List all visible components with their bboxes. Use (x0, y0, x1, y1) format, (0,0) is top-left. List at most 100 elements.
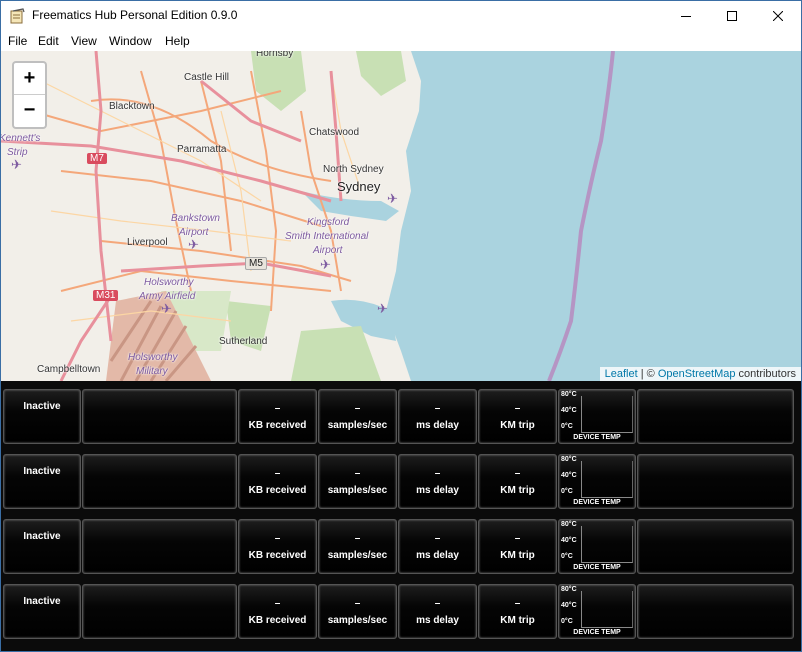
device-info-cell (637, 519, 794, 574)
temp-tick-40: 40°C (561, 602, 577, 609)
menu-help[interactable]: Help (165, 34, 190, 48)
temp-tick-80: 80°C (561, 391, 577, 398)
place-sutherland: Sutherland (219, 336, 268, 347)
device-status-cell: Inactive (3, 454, 81, 509)
device-km-value: – (514, 598, 521, 609)
openstreetmap-link[interactable]: OpenStreetMap (658, 368, 736, 380)
temp-tick-40: 40°C (561, 407, 577, 414)
device-panel: Inactive – KB received – samples/sec – ms dela… (1, 381, 801, 651)
airport-icon: ✈ (188, 237, 199, 252)
device-km-value: – (514, 533, 521, 544)
device-km-label: KM trip (500, 550, 535, 561)
temp-tick-0: 0°C (561, 618, 573, 625)
device-info-cell (82, 389, 237, 444)
close-button[interactable] (755, 1, 801, 31)
airport-icon: ✈ (387, 191, 398, 206)
temp-chart-area (581, 526, 633, 563)
device-samples-value: – (354, 403, 361, 414)
device-info-cell (82, 454, 237, 509)
temp-chart-area (581, 461, 633, 498)
device-delay-value: – (434, 533, 441, 544)
temp-chart-area (581, 591, 633, 628)
device-delay-cell: – ms delay (398, 454, 477, 509)
temp-caption: DEVICE TEMP (573, 434, 621, 441)
attribution-suffix: contributors (735, 368, 796, 380)
device-temp-gauge: 80°C 40°C 0°C DEVICE TEMP (558, 389, 636, 444)
device-km-cell: – KM trip (478, 584, 557, 639)
device-kb-label: KB received (248, 485, 307, 496)
device-delay-value: – (434, 403, 441, 414)
device-kb-cell: – KB received (238, 584, 317, 639)
device-kb-label: KB received (248, 615, 307, 626)
menu-bar: File Edit View Window Help (1, 31, 801, 51)
place-kingsford-airport: Airport (313, 245, 343, 256)
device-km-label: KM trip (500, 485, 535, 496)
device-km-label: KM trip (500, 420, 535, 431)
menu-file[interactable]: File (8, 34, 27, 48)
leaflet-link[interactable]: Leaflet (605, 368, 638, 380)
device-kb-value: – (274, 533, 281, 544)
device-delay-label: ms delay (416, 550, 459, 561)
device-delay-cell: – ms delay (398, 519, 477, 574)
temp-tick-80: 80°C (561, 586, 577, 593)
place-kingsford: Kingsford (307, 217, 350, 228)
road-shield-m7: M7 (87, 153, 107, 164)
menu-window[interactable]: Window (109, 34, 152, 48)
place-sydney: Sydney (337, 179, 381, 194)
zoom-out-button[interactable]: − (14, 95, 45, 126)
device-samples-cell: – samples/sec (318, 389, 397, 444)
window-title: Freematics Hub Personal Edition 0.9.0 (32, 8, 238, 22)
device-delay-label: ms delay (416, 615, 459, 626)
close-icon (773, 11, 783, 21)
place-castle-hill: Castle Hill (184, 72, 230, 83)
menu-view[interactable]: View (71, 34, 97, 48)
zoom-in-button[interactable]: + (14, 63, 45, 95)
menu-edit[interactable]: Edit (38, 34, 59, 48)
place-military: Military (136, 366, 168, 377)
device-delay-cell: – ms delay (398, 389, 477, 444)
airport-icon: ✈ (161, 301, 172, 316)
temp-caption: DEVICE TEMP (573, 629, 621, 636)
road-shield-m31: M31 (93, 290, 119, 301)
map-view[interactable]: Hornsby Castle Hill Blacktown Parramatta… (1, 51, 801, 381)
device-km-cell: – KM trip (478, 389, 557, 444)
temp-tick-0: 0°C (561, 488, 573, 495)
title-bar[interactable]: Freematics Hub Personal Edition 0.9.0 (1, 1, 801, 31)
temp-chart-area (581, 396, 633, 433)
device-kb-value: – (274, 598, 281, 609)
temp-caption: DEVICE TEMP (573, 564, 621, 571)
temp-tick-40: 40°C (561, 472, 577, 479)
airport-icon: ✈ (11, 157, 22, 172)
maximize-button[interactable] (709, 1, 755, 31)
device-info-cell (637, 389, 794, 444)
device-delay-value: – (434, 468, 441, 479)
airport-icon: ✈ (320, 257, 331, 272)
minimize-button[interactable] (663, 1, 709, 31)
device-status: Inactive (23, 596, 61, 607)
device-samples-value: – (354, 598, 361, 609)
device-kb-label: KB received (248, 550, 307, 561)
device-delay-label: ms delay (416, 420, 459, 431)
place-holsworthy-army: Holsworthy (144, 277, 194, 288)
device-kb-label: KB received (248, 420, 307, 431)
airport-icon: ✈ (377, 301, 388, 316)
device-km-label: KM trip (500, 615, 535, 626)
zoom-control: + − (12, 61, 47, 129)
place-campbelltown: Campbelltown (37, 364, 101, 375)
device-status-cell: Inactive (3, 584, 81, 639)
device-delay-label: ms delay (416, 485, 459, 496)
device-kb-cell: – KB received (238, 519, 317, 574)
device-kb-value: – (274, 403, 281, 414)
device-samples-label: samples/sec (327, 550, 388, 561)
place-liverpool: Liverpool (127, 237, 168, 248)
temp-tick-0: 0°C (561, 553, 573, 560)
device-temp-gauge: 80°C 40°C 0°C DEVICE TEMP (558, 519, 636, 574)
device-samples-label: samples/sec (327, 420, 388, 431)
device-delay-cell: – ms delay (398, 584, 477, 639)
place-holsworthy-military: Holsworthy (128, 352, 178, 363)
device-status: Inactive (23, 531, 61, 542)
place-north-sydney: North Sydney (323, 164, 384, 175)
device-samples-value: – (354, 468, 361, 479)
temp-tick-0: 0°C (561, 423, 573, 430)
device-km-value: – (514, 468, 521, 479)
